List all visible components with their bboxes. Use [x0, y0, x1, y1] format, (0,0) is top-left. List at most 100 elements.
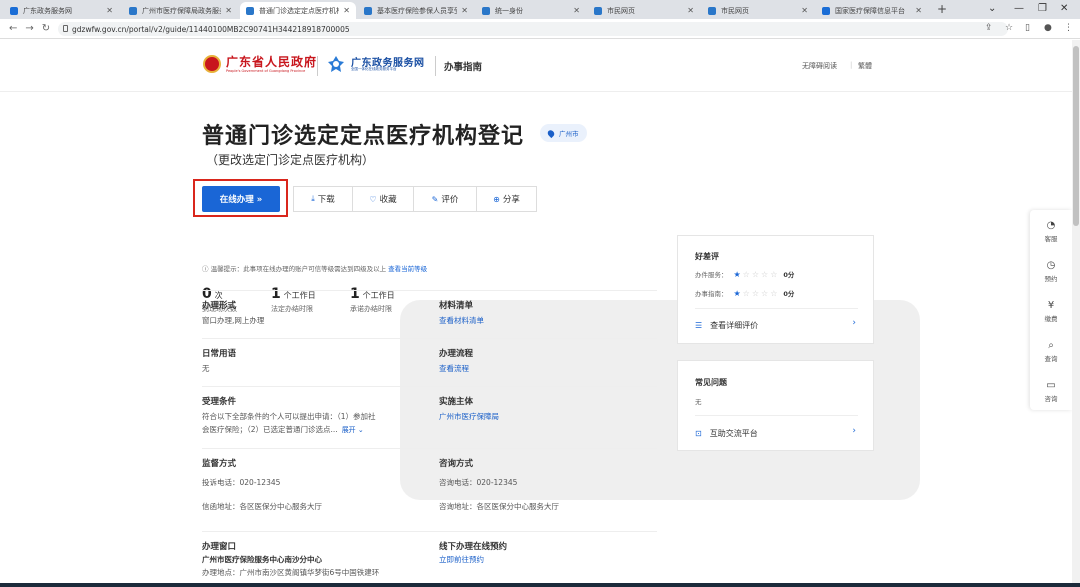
info-heading: 咨询方式 [439, 459, 474, 469]
site-favicon-icon [246, 6, 254, 15]
download-button[interactable]: ⤓ 下载 [293, 186, 353, 212]
rating-label: 办件服务： [695, 271, 728, 279]
forward-icon[interactable]: → [25, 23, 33, 34]
share-page-icon[interactable]: ⇪ [985, 23, 993, 33]
card-divider [695, 415, 858, 416]
rating-card: 好差评 办件服务： ★☆☆☆☆ 0分 办事指南： ★☆☆☆☆ 0分 ☰ 查看详细… [677, 235, 874, 344]
location-pin-icon [546, 128, 556, 138]
sidebar-item-payment[interactable]: ¥ 缴费 [1030, 300, 1072, 323]
sidebar-item-service[interactable]: ◔ 客服 [1030, 220, 1072, 243]
browser-tab[interactable]: 统一身份 ✕ [476, 2, 586, 19]
close-tab-icon[interactable]: ✕ [573, 6, 580, 15]
condition-line: 符合以下全部条件的个人可以提出申请：（1）参加社 [202, 412, 376, 421]
section-divider [202, 531, 657, 532]
share-label: 分享 [502, 195, 520, 205]
link-label: 查看详细评价 [710, 321, 759, 330]
info-heading: 办理窗口 [202, 542, 237, 552]
download-icon: ⤓ [311, 194, 315, 203]
chevron-right-icon[interactable]: › [852, 318, 856, 328]
favorite-button[interactable]: ♡ 收藏 [352, 186, 414, 212]
scrollbar-thumb[interactable] [1073, 46, 1079, 226]
book-appointment-link[interactable]: 立即前往预约 [439, 553, 507, 566]
profile-icon[interactable]: ● [1044, 23, 1052, 33]
review-label: 评价 [441, 195, 459, 205]
restore-icon[interactable]: ❐ [1038, 3, 1047, 14]
check-level-link[interactable]: 查看当前等级 [388, 265, 427, 273]
site-favicon-icon [708, 6, 716, 15]
reload-icon[interactable]: ↻ [42, 23, 50, 34]
review-button[interactable]: ✎ 评价 [413, 186, 477, 212]
mutual-exchange-link[interactable]: ⊡ 互助交流平台 [695, 428, 758, 439]
close-tab-icon[interactable]: ✕ [225, 6, 232, 15]
page-scrollbar[interactable] [1072, 40, 1080, 585]
stat-number: 1 [350, 286, 360, 302]
browser-tab-bar: 广东政务服务网 ✕ 广州市医疗保障局政务服务 ✕ 普通门诊选定定点医疗机构 ✕ 基本医… [0, 0, 1080, 19]
tip-text: ⓘ 温馨提示：此事项在线办理的账户可信等级需达到四级及以上 查看当前等级 [202, 263, 427, 273]
info-value: 投诉电话：020-12345 [202, 478, 281, 487]
sidebar-item-consult[interactable]: ▭ 咨询 [1030, 380, 1072, 403]
close-tab-icon[interactable]: ✕ [106, 6, 113, 15]
stat-unit: 个工作日 [362, 291, 395, 300]
sidepanel-icon[interactable]: ▯ [1025, 23, 1030, 33]
info-value: 咨询电话：020-12345 [439, 478, 518, 487]
edit-icon: ✎ [431, 194, 439, 204]
online-apply-button[interactable]: 在线办理 » [202, 186, 280, 212]
browser-tab[interactable]: 市民网页 ✕ [588, 2, 700, 19]
browser-tab[interactable]: 广东政务服务网 ✕ [4, 2, 119, 19]
back-icon[interactable]: ← [9, 23, 17, 34]
close-tab-icon[interactable]: ✕ [801, 6, 808, 15]
site-favicon-icon [482, 6, 490, 15]
favorite-label: 收藏 [379, 195, 397, 205]
close-window-icon[interactable]: ✕ [1060, 3, 1068, 14]
info-value: 符合以下全部条件的个人可以提出申请：（1）参加社 会医疗保险；（2）已选定普通门… [202, 410, 432, 437]
sidebar-label: 缴费 [1044, 315, 1058, 323]
browser-tab[interactable]: 国家医疗保障信息平台 ✕ [816, 2, 928, 19]
info-subject: 实施主体 广州市医疗保障局 [439, 395, 499, 423]
list-icon: ☰ [695, 321, 703, 330]
gov-title[interactable]: 广东省人民政府 [226, 53, 317, 70]
new-tab-icon[interactable]: + [937, 2, 947, 16]
browser-tab[interactable]: 市民网页 ✕ [702, 2, 814, 19]
close-tab-icon[interactable]: ✕ [915, 6, 922, 15]
accessibility-link[interactable]: 无障碍阅读 [802, 61, 837, 71]
tab-search-icon[interactable]: ⌄ [988, 3, 996, 14]
site-favicon-icon [364, 6, 372, 15]
view-materials-link[interactable]: 查看材料清单 [439, 314, 484, 327]
close-tab-icon[interactable]: ✕ [687, 6, 694, 15]
close-tab-icon[interactable]: ✕ [461, 6, 468, 15]
rating-title: 好差评 [695, 252, 719, 261]
expand-button[interactable]: 展开 ⌄ [342, 426, 364, 434]
tab-label: 国家医疗保障信息平台 [835, 6, 905, 15]
info-heading: 办理流程 [439, 349, 474, 359]
share-button[interactable]: ⊕ 分享 [476, 186, 537, 212]
minimize-icon[interactable]: — [1014, 3, 1024, 14]
faq-title: 常见问题 [695, 378, 727, 387]
sidebar-item-booking[interactable]: ◷ 预约 [1030, 260, 1072, 283]
header-link-separator: | [850, 61, 853, 69]
faq-value: 无 [695, 398, 702, 406]
url-field[interactable]: gdzwfw.gov.cn/portal/v2/guide/11440100MB… [58, 22, 1008, 36]
close-tab-icon[interactable]: ✕ [343, 6, 350, 15]
sidebar-label: 预约 [1044, 275, 1058, 283]
traditional-chinese-link[interactable]: 繁體 [858, 61, 872, 71]
browser-tab-active[interactable]: 普通门诊选定定点医疗机构 ✕ [240, 2, 356, 19]
section-divider [202, 290, 657, 291]
floating-sidebar: ◔ 客服 ◷ 预约 ¥ 缴费 ⌕ 查询 ▭ 咨询 [1030, 210, 1072, 410]
info-conditions: 受理条件 符合以下全部条件的个人可以提出申请：（1）参加社 会医疗保险；（2）已… [202, 395, 432, 437]
view-process-link[interactable]: 查看流程 [439, 362, 473, 375]
bookmark-star-icon[interactable]: ☆ [1005, 23, 1013, 33]
info-form: 办理形式 窗口办理,网上办理 [202, 299, 264, 327]
view-detailed-review-link[interactable]: ☰ 查看详细评价 [695, 320, 758, 331]
browser-tab[interactable]: 广州市医疗保障局政务服务 ✕ [123, 2, 238, 19]
sidebar-item-query[interactable]: ⌕ 查询 [1030, 340, 1072, 363]
menu-icon[interactable]: ⋮ [1064, 23, 1073, 33]
star-rating: ★☆☆☆☆ [733, 269, 780, 279]
tab-label: 广东政务服务网 [23, 6, 72, 15]
subject-link[interactable]: 广州市医疗保障局 [439, 410, 499, 423]
site-favicon-icon [129, 6, 137, 15]
site-favicon-icon [594, 6, 602, 15]
tab-label: 广州市医疗保障局政务服务 [142, 6, 222, 15]
browser-tab[interactable]: 基本医疗保险参保人员享受 ✕ [358, 2, 474, 19]
info-window: 办理窗口 广州市医疗保险服务中心南沙分中心 办理地点：广州市南沙区黄阁镇华梦街6… [202, 540, 379, 579]
chevron-right-icon[interactable]: › [852, 426, 856, 436]
